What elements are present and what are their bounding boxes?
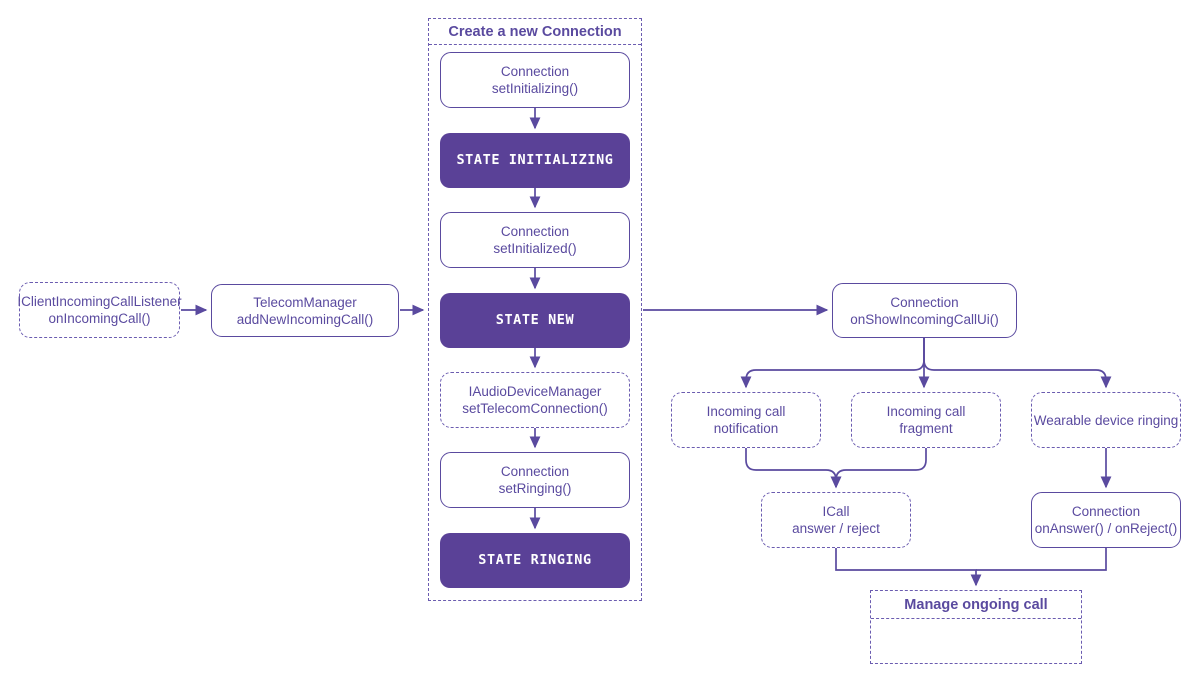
node-connection-set-initialized[interactable]: Connection setInitialized()	[440, 212, 630, 268]
node-label: ICall answer / reject	[792, 504, 880, 536]
node-state-initializing[interactable]: STATE INITIALIZING	[440, 133, 630, 188]
node-connection-set-ringing[interactable]: Connection setRinging()	[440, 452, 630, 508]
node-label: IClientIncomingCallListener onIncomingCa…	[17, 294, 182, 326]
node-state-ringing[interactable]: STATE RINGING	[440, 533, 630, 588]
edge-ui-to-notification	[740, 338, 925, 389]
node-incoming-call-fragment[interactable]: Incoming call fragment	[851, 392, 1001, 448]
node-state-new[interactable]: STATE NEW	[440, 293, 630, 348]
node-label: Connection setInitialized()	[493, 224, 577, 256]
node-label: STATE RINGING	[478, 552, 592, 568]
node-icall-answer-reject[interactable]: ICall answer / reject	[761, 492, 911, 548]
node-label: Connection setInitializing()	[491, 64, 579, 96]
edge-fragment-to-icall	[830, 448, 927, 489]
node-label: Incoming call notification	[706, 404, 786, 436]
group-title-manage-ongoing-call: Manage ongoing call	[871, 591, 1081, 619]
node-label: STATE INITIALIZING	[456, 152, 614, 168]
node-connection-set-initializing[interactable]: Connection setInitializing()	[440, 52, 630, 108]
node-label: Wearable device ringing	[1033, 412, 1179, 428]
node-label: TelecomManager addNewIncomingCall()	[236, 294, 374, 327]
node-connection-on-answer-on-reject[interactable]: Connection onAnswer() / onReject()	[1031, 492, 1181, 548]
edge-notification-to-icall	[745, 448, 842, 489]
node-label: Connection onShowIncomingCallUi()	[850, 294, 999, 327]
node-telecom-manager[interactable]: TelecomManager addNewIncomingCall()	[211, 284, 399, 337]
edge-ui-to-wearable	[923, 338, 1112, 389]
node-incoming-call-notification[interactable]: Incoming call notification	[671, 392, 821, 448]
node-wearable-device-ringing[interactable]: Wearable device ringing	[1031, 392, 1181, 448]
group-manage-ongoing-call: Manage ongoing call	[870, 590, 1082, 664]
edge-icall-to-manage-ongoing	[835, 548, 982, 587]
flowchart-canvas: Create a new Connection Manage ongoing c…	[0, 0, 1201, 682]
node-label: Incoming call fragment	[886, 404, 966, 436]
node-label: IAudioDeviceManager setTelecomConnection…	[462, 384, 608, 416]
node-client-incoming-call-listener[interactable]: IClientIncomingCallListener onIncomingCa…	[17, 282, 182, 338]
node-label: Connection onAnswer() / onReject()	[1034, 504, 1178, 536]
node-label: Connection setRinging()	[498, 464, 572, 496]
node-label: STATE NEW	[495, 312, 575, 328]
edge-on-answer-to-manage-ongoing	[976, 548, 1107, 571]
group-body-manage-ongoing-call	[871, 619, 1081, 663]
node-audio-device-manager[interactable]: IAudioDeviceManager setTelecomConnection…	[440, 372, 630, 428]
node-connection-on-show-incoming-call-ui[interactable]: Connection onShowIncomingCallUi()	[832, 283, 1017, 338]
group-title-create-a-new-connection: Create a new Connection	[429, 19, 641, 45]
